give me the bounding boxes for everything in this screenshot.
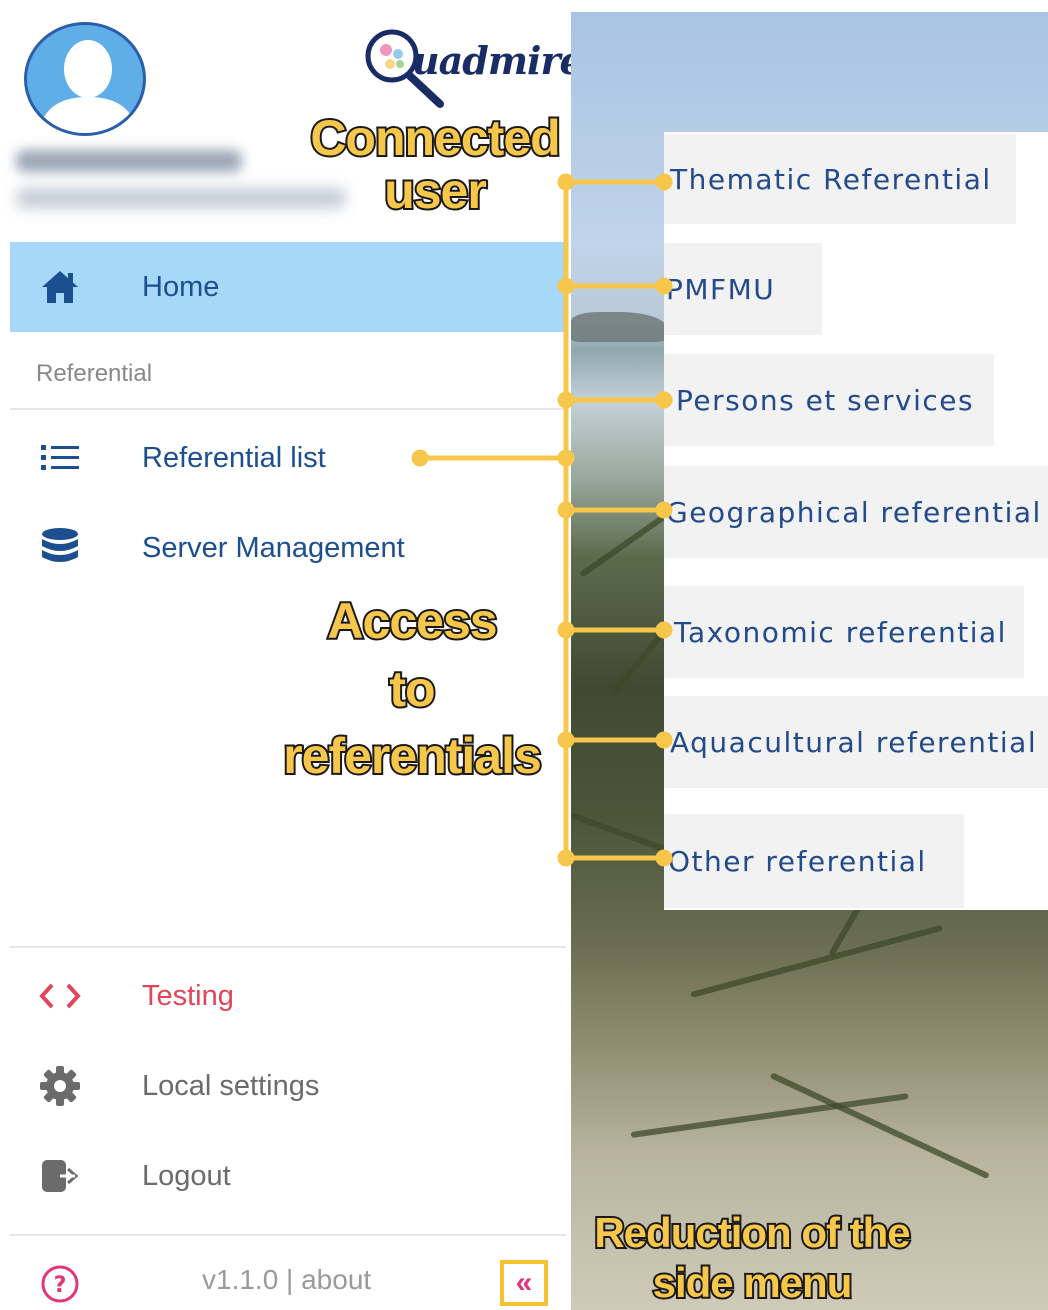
annotation-line: Access bbox=[325, 591, 499, 651]
annotation-line: referentials bbox=[281, 726, 544, 786]
annotation-line: side menu bbox=[651, 1257, 855, 1308]
annotation-line: Connected bbox=[308, 110, 562, 166]
annotation-line: Reduction of the bbox=[592, 1207, 912, 1258]
annotation-line: to bbox=[387, 659, 437, 719]
annotation-access-referentials: Access to referentials bbox=[262, 588, 562, 791]
annotation-reduction-menu: Reduction of the side menu bbox=[572, 1207, 932, 1309]
annotation-line: user bbox=[382, 162, 489, 219]
annotation-connected-user: Connected user bbox=[300, 110, 570, 219]
